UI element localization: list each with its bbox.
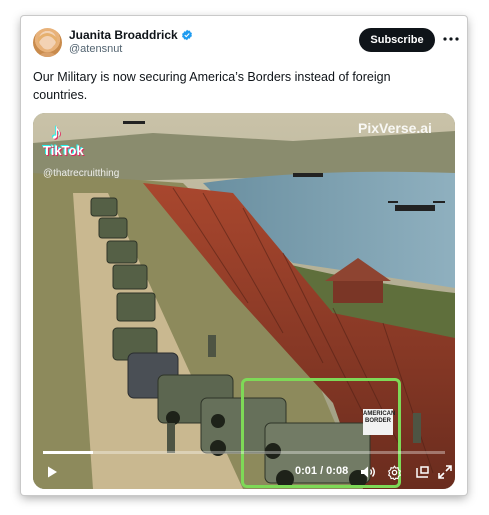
fullscreen-icon[interactable] — [436, 463, 454, 481]
video-progress-fill — [43, 451, 94, 454]
volume-icon[interactable] — [359, 463, 377, 481]
pixverse-watermark: PixVerse.ai — [358, 120, 432, 136]
author-name[interactable]: Juanita Broaddrick — [69, 28, 193, 42]
author-name-text[interactable]: Juanita Broaddrick — [69, 28, 178, 42]
subscribe-button[interactable]: Subscribe — [359, 28, 435, 52]
tiktok-username-watermark: @thatrecruitthing — [43, 168, 120, 179]
author-avatar[interactable] — [33, 28, 62, 57]
tiktok-watermark: TikTok — [43, 143, 84, 158]
tweet-card: Juanita Broaddrick @atensnut Subscribe O… — [21, 16, 467, 495]
play-icon[interactable] — [43, 463, 61, 481]
settings-icon[interactable] — [385, 463, 403, 481]
author-handle[interactable]: @atensnut — [69, 43, 122, 55]
more-options-icon[interactable] — [442, 30, 460, 48]
picture-in-picture-icon[interactable] — [413, 463, 431, 481]
tiktok-logo-icon: ♪ — [51, 119, 62, 144]
tweet-text: Our Military is now securing America’s B… — [33, 70, 391, 102]
video-progress-bar[interactable] — [43, 451, 445, 454]
video-controls: 0:01 / 0:08 — [33, 459, 455, 487]
verified-badge-icon — [181, 29, 193, 41]
video-player[interactable]: ♪ TikTok @thatrecruitthing PixVerse.ai A… — [33, 113, 455, 489]
video-time: 0:01 / 0:08 — [295, 465, 349, 477]
